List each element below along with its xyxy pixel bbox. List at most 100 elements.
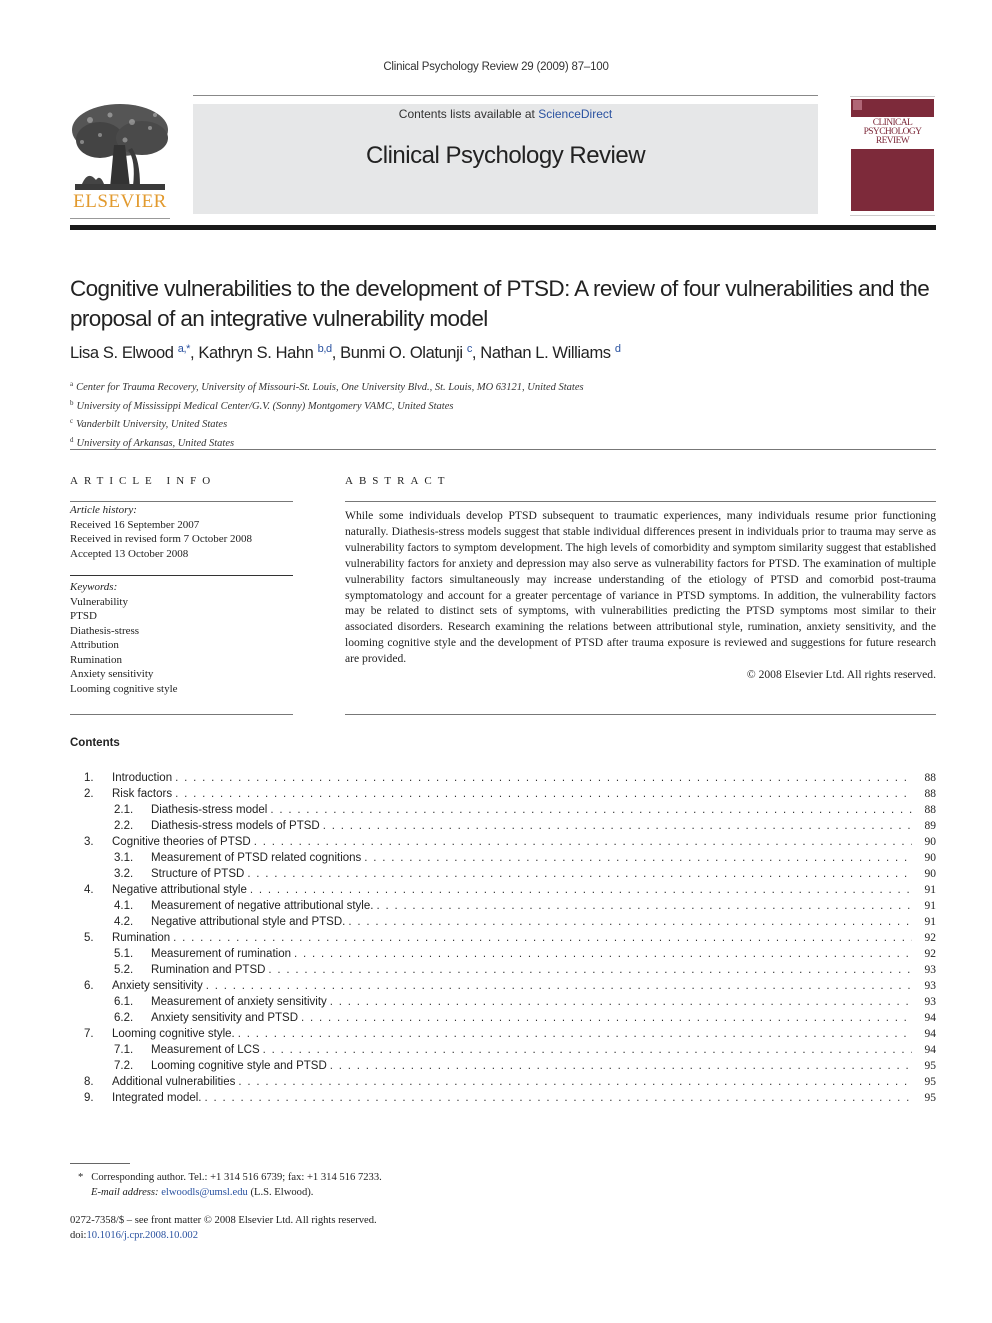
toc-entry[interactable]: 2.2. Diathesis-stress models of PTSD.....… (70, 818, 936, 834)
toc-entry[interactable]: 5. Rumination............................… (70, 930, 936, 946)
toc-section-title[interactable]: Introduction (112, 770, 176, 786)
toc-page-number[interactable]: 88 (912, 802, 937, 818)
toc-page-number[interactable]: 90 (912, 866, 937, 882)
toc-section-title[interactable]: Additional vulnerabilities (112, 1074, 239, 1090)
toc-dot-leader: ........................................… (173, 932, 912, 944)
toc-entry[interactable]: 1. Introduction..........................… (70, 770, 936, 786)
toc-dot-leader: ........................................… (293, 948, 912, 960)
author-name[interactable]: Kathryn S. Hahn (198, 344, 313, 362)
toc-page-number[interactable]: 94 (912, 1026, 937, 1042)
toc-entry[interactable]: 5.2. Rumination and PTSD.................… (70, 962, 936, 978)
email-suffix: (L.S. Elwood). (250, 1187, 314, 1198)
toc-section-title[interactable]: Anxiety sensitivity (112, 978, 206, 994)
toc-page-number[interactable]: 91 (912, 914, 937, 930)
journal-cover-thumbnail[interactable]: CLINICAL PSYCHOLOGY REVIEW (850, 96, 935, 216)
toc-entry[interactable]: 6. Anxiety sensitivity...................… (70, 978, 936, 994)
elsevier-tree-icon (70, 100, 170, 195)
journal-title: Clinical Psychology Review (365, 142, 646, 169)
toc-page-number[interactable]: 88 (912, 786, 937, 802)
toc-section-title[interactable]: Measurement of negative attributional st… (151, 898, 377, 914)
toc-page-number[interactable]: 95 (912, 1090, 937, 1106)
toc-section-title[interactable]: Diathesis-stress models of PTSD (151, 818, 323, 834)
toc-page-number[interactable]: 93 (912, 962, 937, 978)
author-affiliation-ref[interactable]: b,d (318, 343, 332, 355)
toc-dot-leader: ........................................… (205, 980, 912, 992)
toc-section-title[interactable]: Cognitive theories of PTSD (112, 834, 254, 850)
toc-page-number[interactable]: 91 (912, 882, 937, 898)
toc-page-number[interactable]: 93 (912, 994, 937, 1010)
toc-page-number[interactable]: 90 (912, 834, 937, 850)
footnote-marker: * (78, 1172, 84, 1183)
toc-entry[interactable]: 8. Additional vulnerabilities............… (70, 1074, 936, 1090)
toc-entry[interactable]: 9. Integrated model......................… (70, 1090, 936, 1106)
abstract-rule (345, 501, 936, 502)
toc-page-number[interactable]: 88 (912, 770, 937, 786)
affiliation-text: Center for Trauma Recovery, University o… (76, 382, 584, 393)
toc-entry[interactable]: 3.2. Structure of PTSD...................… (70, 866, 936, 882)
toc-section-title[interactable]: Looming cognitive style. (112, 1026, 238, 1042)
toc-page-number[interactable]: 94 (912, 1010, 937, 1026)
toc-page-number[interactable]: 90 (912, 850, 937, 866)
toc-section-title[interactable]: Rumination (112, 930, 174, 946)
toc-page-number[interactable]: 91 (912, 898, 937, 914)
toc-page-number[interactable]: 94 (912, 1042, 937, 1058)
toc-dot-leader: ........................................… (268, 964, 912, 976)
toc-entry[interactable]: 2. Risk factors..........................… (70, 786, 936, 802)
history-item: Received in revised form 7 October 2008 (70, 533, 253, 545)
elsevier-logo[interactable]: ELSEVIER (70, 100, 170, 215)
history-item: Received 16 September 2007 (70, 518, 200, 531)
toc-entry[interactable]: 3.1. Measurement of PTSD related cognitio… (70, 850, 936, 866)
author-affiliation-ref[interactable]: c (467, 343, 473, 355)
table-of-contents: 1. Introduction..........................… (70, 770, 936, 1106)
toc-entry[interactable]: 7.2. Looming cognitive style and PTSD....… (70, 1058, 936, 1074)
footnote-contact: Corresponding author. Tel.: +1 314 516 6… (91, 1172, 382, 1183)
abstract-text: While some individuals develop PTSD subs… (345, 509, 936, 666)
doi-link[interactable]: 10.1016/j.cpr.2008.10.002 (86, 1230, 198, 1241)
author-affiliation-ref[interactable]: a,* (178, 343, 191, 355)
toc-entry[interactable]: 6.1. Measurement of anxiety sensitivity..… (70, 994, 936, 1010)
author-name[interactable]: Lisa S. Elwood (70, 344, 174, 362)
toc-entry[interactable]: 4.1. Measurement of negative attributiona… (70, 898, 936, 914)
toc-section-title[interactable]: Integrated model. (112, 1090, 205, 1106)
author-name[interactable]: Nathan L. Williams (480, 344, 611, 362)
toc-page-number[interactable]: 92 (912, 930, 937, 946)
toc-entry[interactable]: 7.1. Measurement of LCS..................… (70, 1042, 936, 1058)
toc-section-title[interactable]: Measurement of anxiety sensitivity (151, 994, 330, 1010)
toc-entry[interactable]: 7. Looming cognitive style...............… (70, 1026, 936, 1042)
toc-section-title[interactable]: Measurement of rumination (151, 946, 294, 962)
toc-section-number: 6. (84, 980, 94, 992)
toc-page-number[interactable]: 93 (912, 978, 937, 994)
toc-entry[interactable]: 4. Negative attributional style..........… (70, 882, 936, 898)
toc-section-title[interactable]: Negative attributional style (112, 882, 250, 898)
article-info: Article history: Received 16 September 2… (70, 503, 293, 561)
email-link[interactable]: elwoodls@umsl.edu (161, 1187, 248, 1198)
toc-entry[interactable]: 6.2. Anxiety sensitivity and PTSD........… (70, 1010, 936, 1026)
keyword-item: Anxiety sensitivity (70, 668, 154, 680)
toc-section-title[interactable]: Anxiety sensitivity and PTSD (151, 1010, 302, 1026)
toc-section-title[interactable]: Risk factors (112, 786, 176, 802)
toc-entry[interactable]: 5.1. Measurement of rumination...........… (70, 946, 936, 962)
toc-page-number[interactable]: 95 (912, 1074, 937, 1090)
toc-section-title[interactable]: Measurement of PTSD related cognitions (151, 850, 365, 866)
front-matter: 0272-7358/$ – see front matter © 2008 El… (70, 1213, 670, 1243)
toc-entry[interactable]: 2.1. Diathesis-stress model..............… (70, 802, 936, 818)
affiliation-key: d (70, 435, 74, 444)
sciencedirect-link[interactable]: ScienceDirect (538, 107, 612, 121)
toc-section-title[interactable]: Diathesis-stress model (151, 802, 271, 818)
toc-entry[interactable]: 3. Cognitive theories of PTSD............… (70, 834, 936, 850)
affiliations-rule (70, 449, 936, 450)
author-affiliation-ref[interactable]: d (615, 343, 621, 355)
toc-page-number[interactable]: 95 (912, 1058, 937, 1074)
toc-section-title[interactable]: Rumination and PTSD (151, 962, 269, 978)
toc-section-title[interactable]: Measurement of LCS (151, 1042, 263, 1058)
author-name[interactable]: Bunmi O. Olatunji (340, 344, 463, 362)
contents-heading: Contents (70, 737, 120, 749)
toc-section-title[interactable]: Structure of PTSD (151, 866, 248, 882)
toc-entry[interactable]: 4.2. Negative attributional style and PTS… (70, 914, 936, 930)
toc-dot-leader: ........................................… (301, 1012, 912, 1024)
toc-page-number[interactable]: 92 (912, 946, 937, 962)
toc-section-title[interactable]: Looming cognitive style and PTSD (151, 1058, 330, 1074)
toc-section-number: 7.2. (114, 1060, 134, 1072)
toc-page-number[interactable]: 89 (912, 818, 937, 834)
toc-section-title[interactable]: Negative attributional style and PTSD. (151, 914, 349, 930)
